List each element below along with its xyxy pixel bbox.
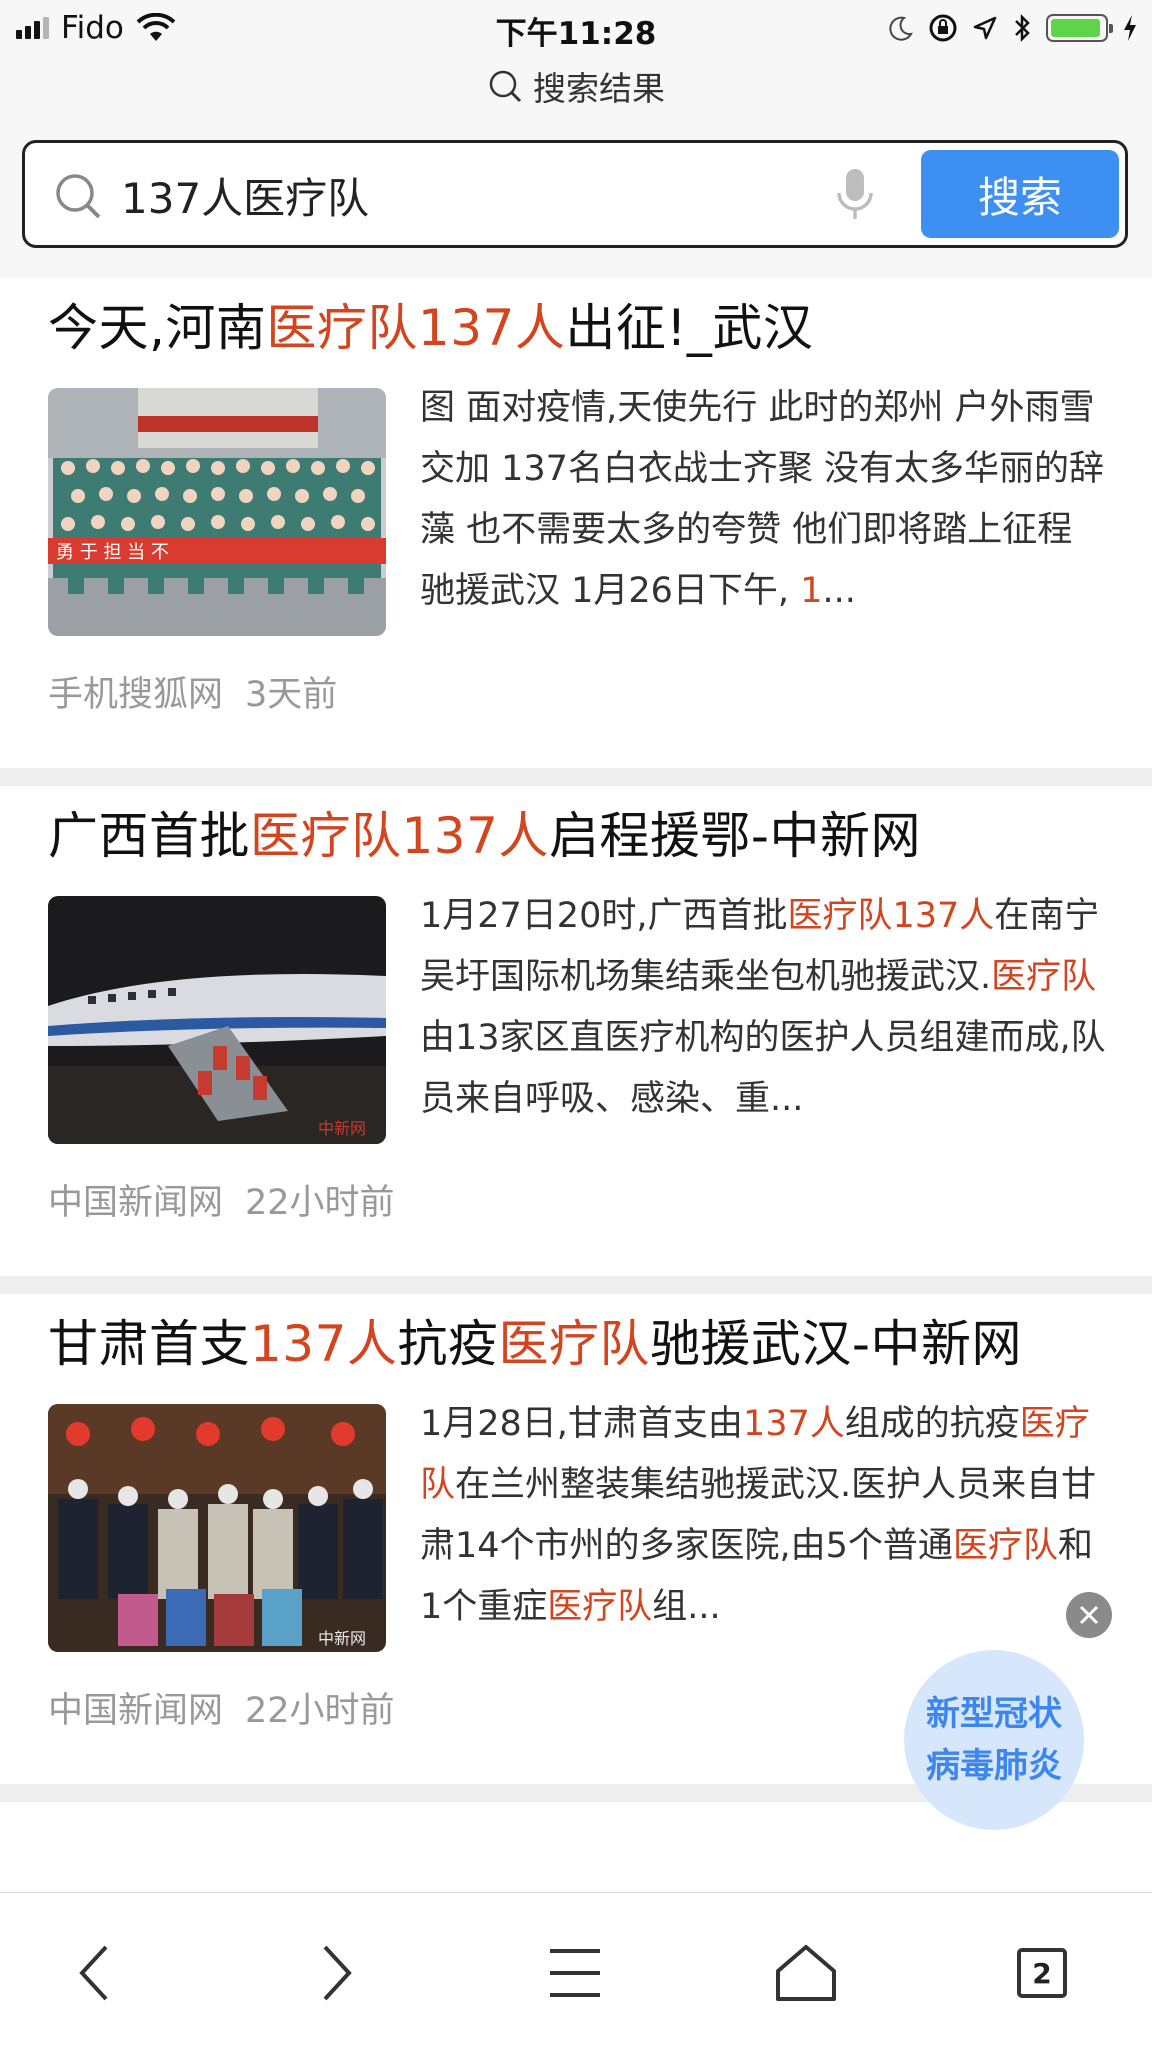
result-time: 22小时前 [245,1183,395,1223]
top-area: Fido 下午11:28 搜索结果 137人医疗队 搜索 [0,0,1152,278]
search-icon [489,70,522,103]
page-label: 搜索结果 [0,62,1152,112]
forward-icon [323,1945,352,2001]
airplane-photo-image: 中新网 [48,896,386,1144]
menu-icon [550,1949,600,1997]
search-input[interactable] [121,165,801,225]
result-snippet[interactable]: 图 面对疫情,天使先行 此时的郑州 户外雨雪交加 137名白衣战士齐聚 没有太多… [420,378,1110,626]
result-title[interactable]: 甘肃首支137人抗疫医疗队驰援武汉-中新网 [48,1304,1022,1376]
result-snippet[interactable]: 1月28日,甘肃首支由137人组成的抗疫医疗队在兰州整装集结驰援武汉.医护人员来… [420,1394,1110,1642]
page-label-text: 搜索结果 [533,69,665,108]
result-title[interactable]: 今天,河南医疗队137人出征!_武汉 [48,288,813,360]
result-time: 22小时前 [245,1691,395,1731]
result-card[interactable]: 广西首批医疗队137人启程援鄂-中新网 中新网 1月27日20时,广西首批医疗队… [0,786,1152,1276]
result-source: 中国新闻网 [48,1183,224,1223]
forward-button[interactable] [295,1933,375,2013]
result-source: 中国新闻网 [48,1691,224,1731]
result-snippet[interactable]: 1月27日20时,广西首批医疗队137人在南宁吴圩国际机场集结乘坐包机驰援武汉.… [420,886,1110,1134]
moon-icon [889,16,913,41]
result-thumbnail[interactable]: 勇 于 担 当 不 [48,388,386,636]
status-bar: Fido 下午11:28 [0,0,1152,58]
back-button[interactable] [56,1933,136,2013]
home-button[interactable] [766,1933,846,2013]
charging-icon [1124,15,1136,41]
bluetooth-icon [1015,13,1030,43]
covid-info-badge[interactable]: 新型冠状 病毒肺炎 [904,1650,1084,1830]
menu-button[interactable] [535,1933,615,2013]
result-meta: 手机搜狐网 3天前 [48,666,337,717]
watermark-text: 中新网 [318,1119,366,1138]
result-time: 3天前 [245,675,338,715]
group-photo-image: 勇 于 担 当 不 [48,388,386,636]
result-source: 手机搜狐网 [48,675,224,715]
tabs-button[interactable]: 2 [1002,1933,1082,2013]
banner-text: 勇 于 担 当 不 [56,542,169,563]
status-right [888,10,1138,46]
bottom-toolbar: 2 [0,1892,1152,2049]
search-box: 搜索 [22,140,1128,248]
close-icon[interactable] [1066,1592,1112,1638]
team-photo-image: 中新网 [48,1404,386,1652]
result-thumbnail[interactable]: 中新网 [48,1404,386,1652]
home-icon [776,1945,836,2001]
watermark-text: 中新网 [318,1629,366,1648]
result-separator [0,768,1152,786]
result-separator [0,1276,1152,1294]
result-card[interactable]: 今天,河南医疗队137人出征!_武汉 勇 于 担 当 不 图 面对疫情,天使先行… [0,278,1152,768]
results-list: 今天,河南医疗队137人出征!_武汉 勇 于 担 当 不 图 面对疫情,天使先行… [0,278,1152,1832]
result-meta: 中国新闻网 22小时前 [48,1174,395,1225]
badge-line-1: 新型冠状 [926,1694,1062,1734]
battery-icon [1046,14,1113,42]
result-thumbnail[interactable]: 中新网 [48,896,386,1144]
tabs-icon: 2 [1017,1948,1067,1998]
result-meta: 中国新闻网 22小时前 [48,1682,395,1733]
result-title[interactable]: 广西首批医疗队137人启程援鄂-中新网 [48,796,921,868]
location-icon [973,16,997,40]
search-button[interactable]: 搜索 [921,150,1119,238]
orientation-lock-icon [929,14,957,42]
badge-line-2: 病毒肺炎 [926,1746,1062,1786]
search-icon [56,174,101,219]
microphone-icon[interactable] [833,165,877,225]
back-icon [79,1945,108,2001]
